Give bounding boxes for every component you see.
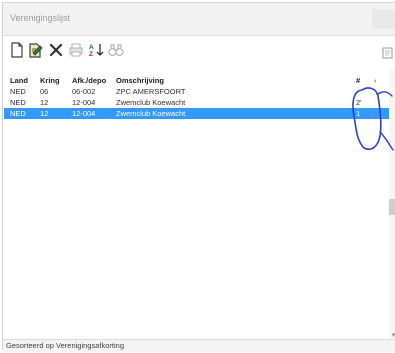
scrollbar-thumb[interactable] — [389, 199, 395, 215]
vereniging-list[interactable]: Land Kring Afk./depo Omschrijving # ‹ NE… — [4, 69, 389, 339]
svg-text:Z: Z — [89, 51, 93, 58]
status-bar: Gesorteerd op Verenigingsafkorting — [3, 339, 395, 352]
window-title: Verenigingslijst — [10, 13, 71, 23]
cell-count: 1 — [356, 109, 361, 118]
page-icon[interactable] — [381, 46, 395, 59]
title-bar: Verenigingslijst — [3, 3, 395, 36]
cell-afkorting: 12-004 — [72, 109, 96, 118]
window-control-button[interactable] — [372, 9, 395, 29]
delete-x-icon[interactable] — [47, 41, 65, 59]
cell-land: NED — [10, 109, 26, 118]
cell-afkorting: 12-004 — [72, 98, 96, 107]
scroll-down-arrow-icon[interactable]: ▾ — [389, 332, 395, 339]
status-text: Gesorteerd op Verenigingsafkorting — [6, 341, 124, 350]
binoculars-search-icon[interactable] — [107, 41, 125, 59]
cell-omschrijving: Zwemclub Koewacht — [116, 109, 186, 118]
column-header-more[interactable]: ‹ — [374, 75, 384, 86]
table-row[interactable]: NED 06 06-002 ZPC AMERSFOORT — [4, 86, 389, 97]
cell-kring: 12 — [40, 98, 49, 107]
svg-text:A: A — [89, 44, 94, 51]
cell-omschrijving: Zwemclub Koewacht — [116, 98, 186, 107]
edit-document-icon[interactable] — [27, 41, 45, 59]
cell-land: NED — [10, 98, 26, 107]
toolbar: A Z — [3, 36, 395, 66]
column-header-afkorting[interactable]: Afk./depo — [72, 75, 114, 86]
cell-omschrijving: ZPC AMERSFOORT — [116, 87, 186, 96]
print-icon[interactable] — [67, 41, 85, 59]
column-header-count[interactable]: # — [356, 75, 368, 86]
table-row-selected[interactable]: NED 12 12-004 Zwemclub Koewacht 1 — [4, 108, 389, 119]
column-header-omschrijving[interactable]: Omschrijving — [116, 75, 296, 86]
cell-kring: 06 — [40, 87, 49, 96]
column-header-kring[interactable]: Kring — [40, 75, 68, 86]
screenshot-stage: Verenigingslijst A Z Land Kring Afk./dep… — [0, 0, 395, 353]
cell-count: 2' — [356, 98, 362, 107]
table-header: Land Kring Afk./depo Omschrijving # ‹ — [4, 75, 389, 86]
new-document-icon[interactable] — [8, 41, 26, 59]
vertical-scrollbar[interactable]: ▾ — [389, 69, 395, 339]
cell-kring: 12 — [40, 109, 49, 118]
verenigingslijst-window: Verenigingslijst A Z Land Kring Afk./dep… — [2, 2, 395, 352]
table-row[interactable]: NED 12 12-004 Zwemclub Koewacht 2' — [4, 97, 389, 108]
cell-land: NED — [10, 87, 26, 96]
column-header-land[interactable]: Land — [10, 75, 36, 86]
cell-afkorting: 06-002 — [72, 87, 96, 96]
sort-az-icon[interactable]: A Z — [87, 41, 105, 59]
